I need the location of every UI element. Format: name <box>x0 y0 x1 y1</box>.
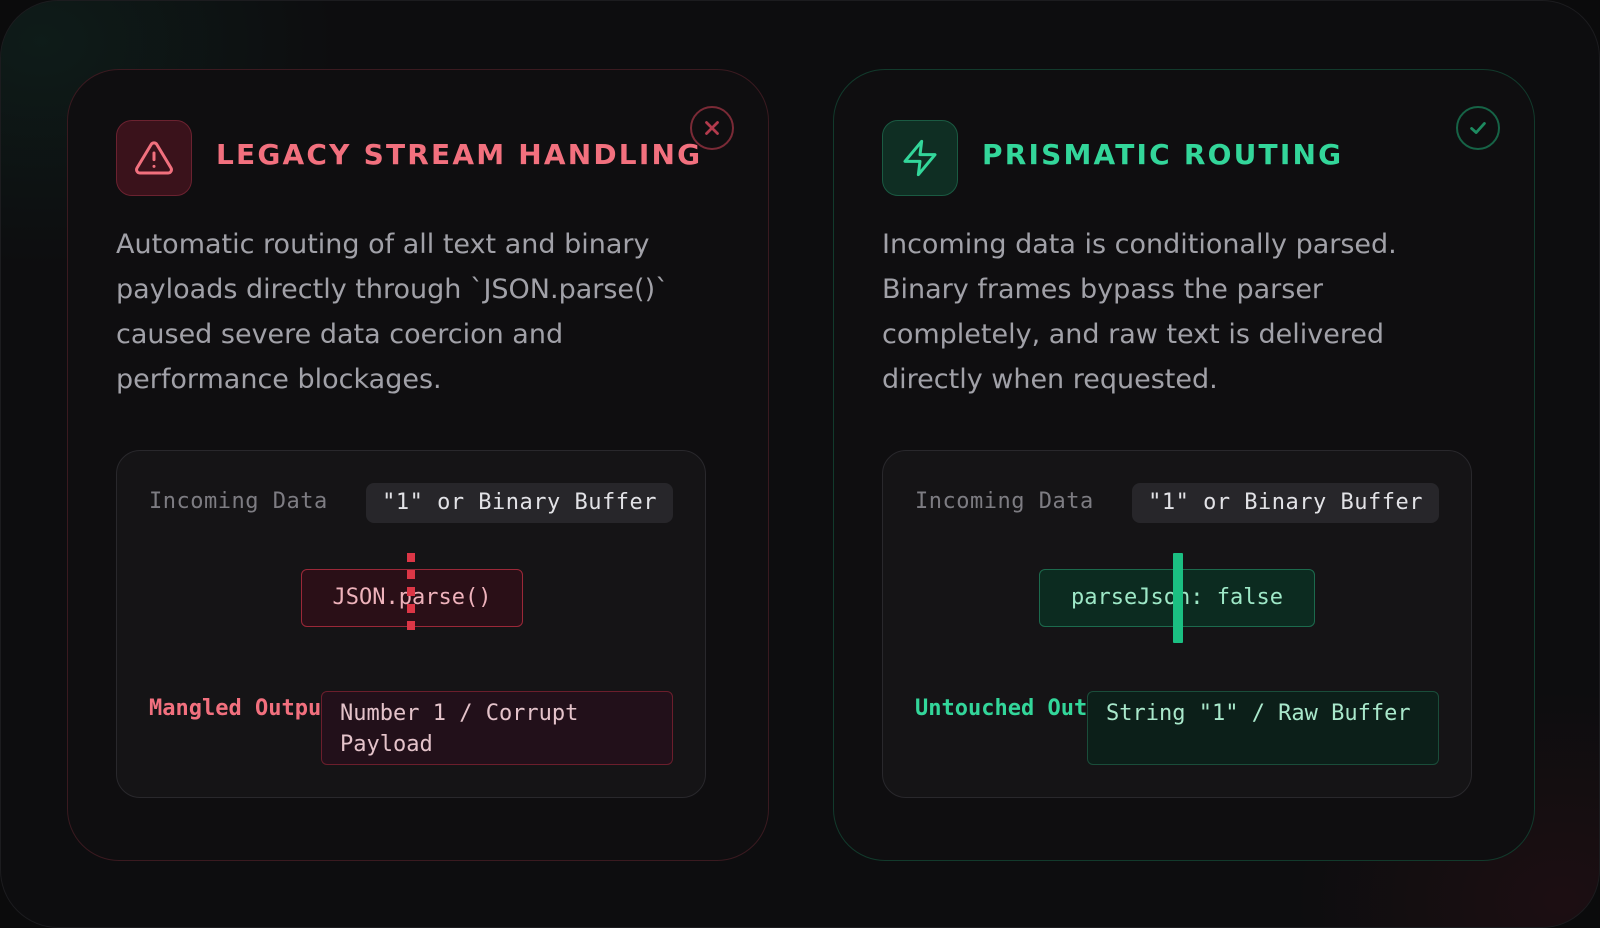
mangled-output-label: Mangled Output <box>149 696 335 721</box>
incoming-data-label: Incoming Data <box>915 489 1094 514</box>
prismatic-card: PRISMATIC ROUTING Incoming data is condi… <box>833 69 1535 861</box>
check-circle-icon <box>1456 106 1500 150</box>
incoming-data-label: Incoming Data <box>149 489 328 514</box>
legacy-description: Automatic routing of all text and binary… <box>116 229 669 395</box>
lightning-bolt-icon <box>882 120 958 196</box>
legacy-title: LEGACY STREAM HANDLING <box>216 138 703 171</box>
untouched-output-value: String "1" / Raw Buffer <box>1087 691 1439 765</box>
incoming-data-value: "1" or Binary Buffer <box>1132 483 1439 523</box>
legacy-card: LEGACY STREAM HANDLING Automatic routing… <box>67 69 769 861</box>
mangled-output-value: Number 1 / Corrupt Payload <box>321 691 673 765</box>
prismatic-description: Incoming data is conditionally parsed. B… <box>882 229 1397 395</box>
incoming-data-value: "1" or Binary Buffer <box>366 483 673 523</box>
close-circle-icon <box>690 106 734 150</box>
dashed-flow-line <box>407 553 415 635</box>
warning-triangle-icon <box>116 120 192 196</box>
legacy-flow-diagram: Incoming Data "1" or Binary Buffer JSON.… <box>116 450 706 798</box>
prismatic-title: PRISMATIC ROUTING <box>982 138 1344 171</box>
prismatic-flow-diagram: Incoming Data "1" or Binary Buffer parse… <box>882 450 1472 798</box>
solid-flow-line <box>1173 553 1183 643</box>
comparison-panel: LEGACY STREAM HANDLING Automatic routing… <box>0 0 1600 928</box>
